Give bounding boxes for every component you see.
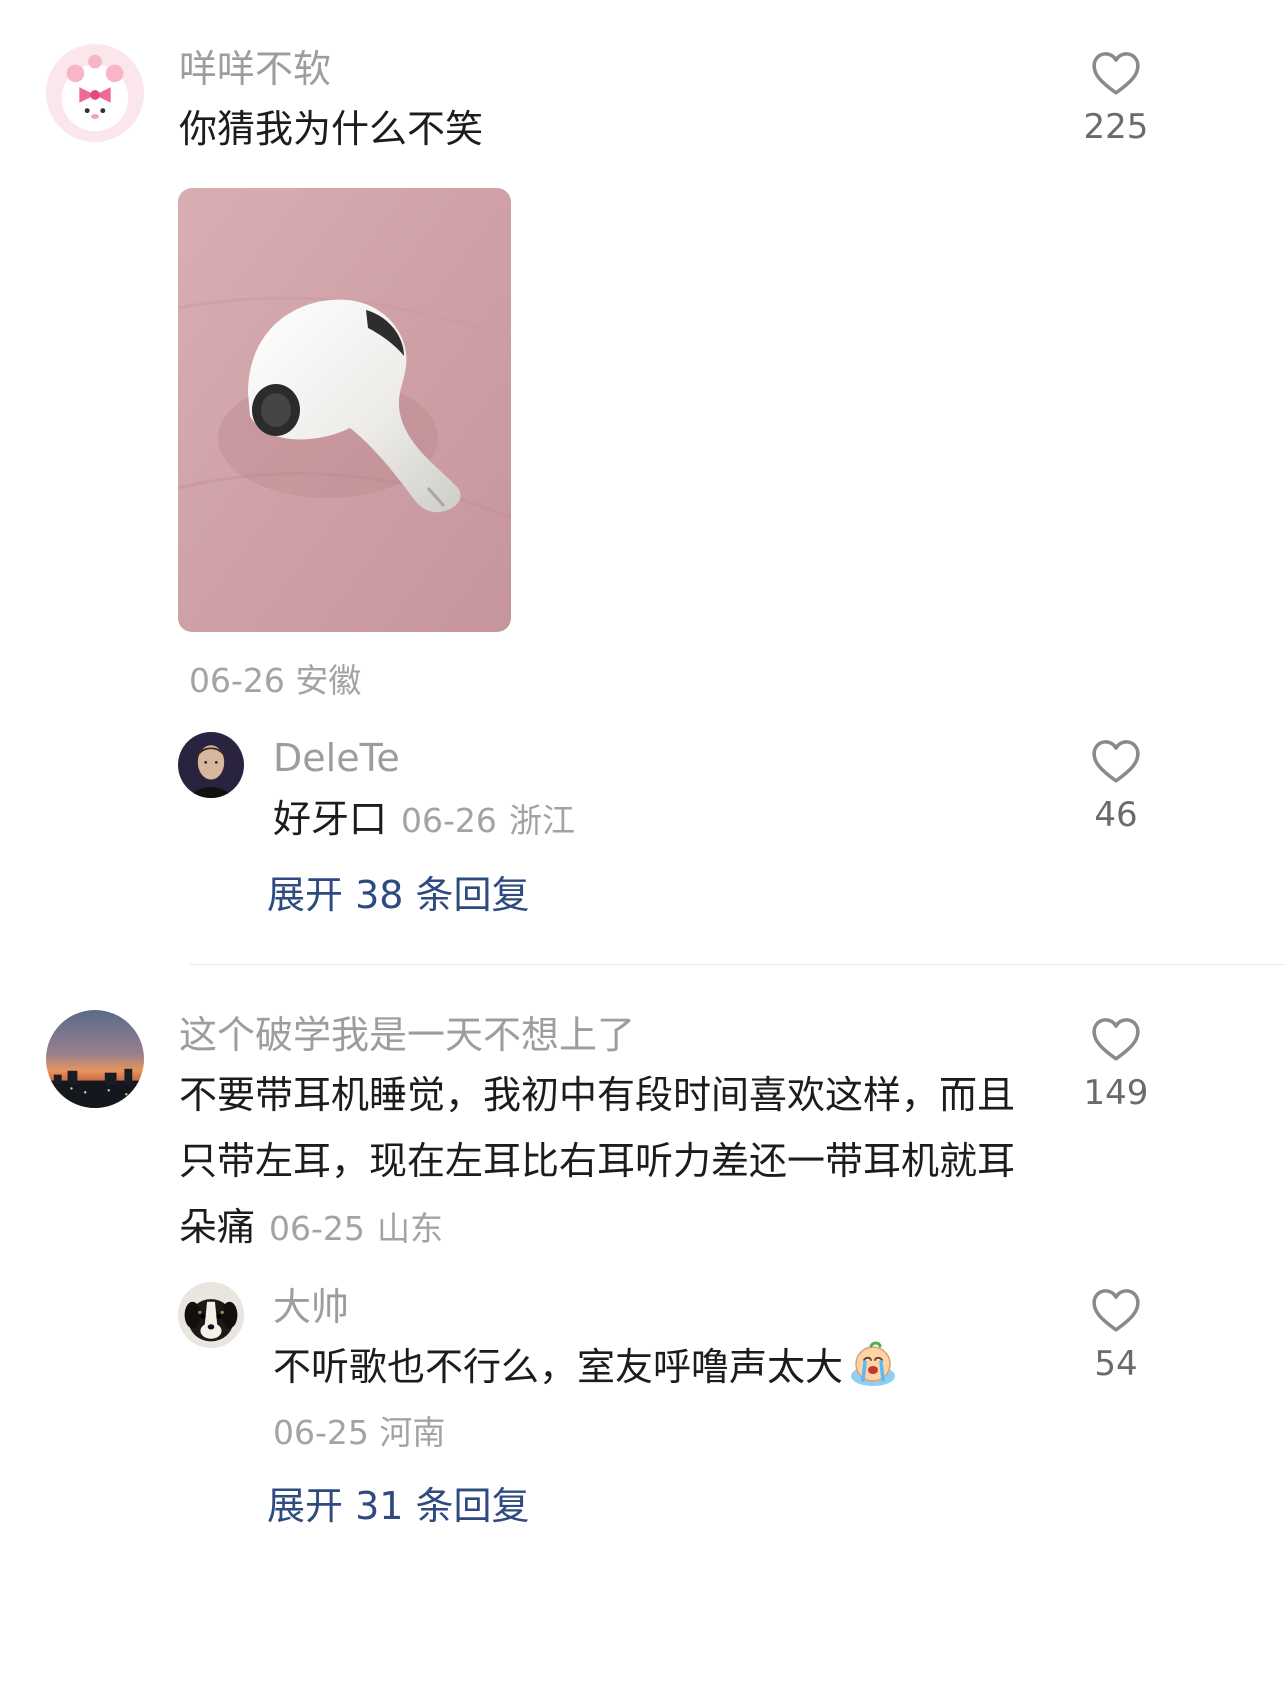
expand-replies-button[interactable]: 展开 31 条回复: [267, 1487, 530, 1525]
crying-emoji-icon: [851, 1341, 896, 1386]
reply-text: 好牙口 06-26 浙江: [273, 786, 1033, 854]
like-button[interactable]: 149: [1056, 1016, 1176, 1110]
reply-meta: 06-25 河南: [273, 1416, 445, 1449]
reply-date: 06-26: [401, 801, 497, 840]
like-count: 225: [1083, 107, 1149, 147]
man-portrait-avatar-icon: [178, 732, 244, 798]
pink-bunny-avatar-icon: [46, 44, 144, 142]
like-count: 46: [1094, 795, 1138, 835]
heart-icon: [1092, 1289, 1140, 1332]
heart-icon: [1092, 1018, 1140, 1061]
like-count: 149: [1083, 1073, 1149, 1113]
reply-text-body: 不听歌也不行么，室友呼噜声太大: [273, 1345, 844, 1389]
comment-date: 06-25: [269, 1209, 365, 1248]
heart-icon: [1092, 52, 1140, 95]
comment-text-body: 你猜我为什么不笑: [179, 107, 484, 151]
like-button[interactable]: 54: [1056, 1287, 1176, 1381]
reply-text-body: 好牙口: [273, 797, 388, 841]
avatar[interactable]: [46, 1010, 144, 1108]
airpod-on-pink-fabric-photo: [178, 188, 511, 632]
comment-meta: 06-26 安徽: [189, 664, 361, 697]
comment-username[interactable]: 这个破学我是一天不想上了: [179, 1016, 635, 1054]
avatar[interactable]: [178, 732, 244, 798]
comment-text: 你猜我为什么不笑: [179, 96, 1039, 162]
comment-location: 山东: [377, 1209, 443, 1248]
comment-image[interactable]: [178, 188, 511, 632]
like-button[interactable]: 46: [1056, 738, 1176, 832]
avatar[interactable]: [46, 44, 144, 142]
puppy-avatar-icon: [178, 1282, 244, 1348]
sunset-city-avatar-icon: [46, 1010, 144, 1108]
reply-location: 浙江: [509, 801, 575, 840]
comment-date: 06-26: [189, 661, 285, 700]
expand-replies-button[interactable]: 展开 38 条回复: [267, 876, 530, 914]
avatar[interactable]: [178, 1282, 244, 1348]
comment-text: 不要带耳机睡觉，我初中有段时间喜欢这样，而且只带左耳，现在左耳比右耳听力差还一带…: [179, 1062, 1019, 1262]
comment-divider: [190, 964, 1284, 965]
reply-date: 06-25: [273, 1413, 369, 1452]
like-count: 54: [1094, 1344, 1138, 1384]
reply-location: 河南: [379, 1413, 446, 1452]
heart-icon: [1092, 740, 1140, 783]
reply-username[interactable]: DeleTe: [273, 739, 400, 777]
comment-location: 安徽: [295, 661, 362, 700]
reply-text: 不听歌也不行么，室友呼噜声太大: [273, 1334, 1033, 1400]
reply-username[interactable]: 大帅: [273, 1288, 349, 1326]
comment-username[interactable]: 咩咩不软: [179, 50, 331, 88]
like-button[interactable]: 225: [1056, 50, 1176, 144]
